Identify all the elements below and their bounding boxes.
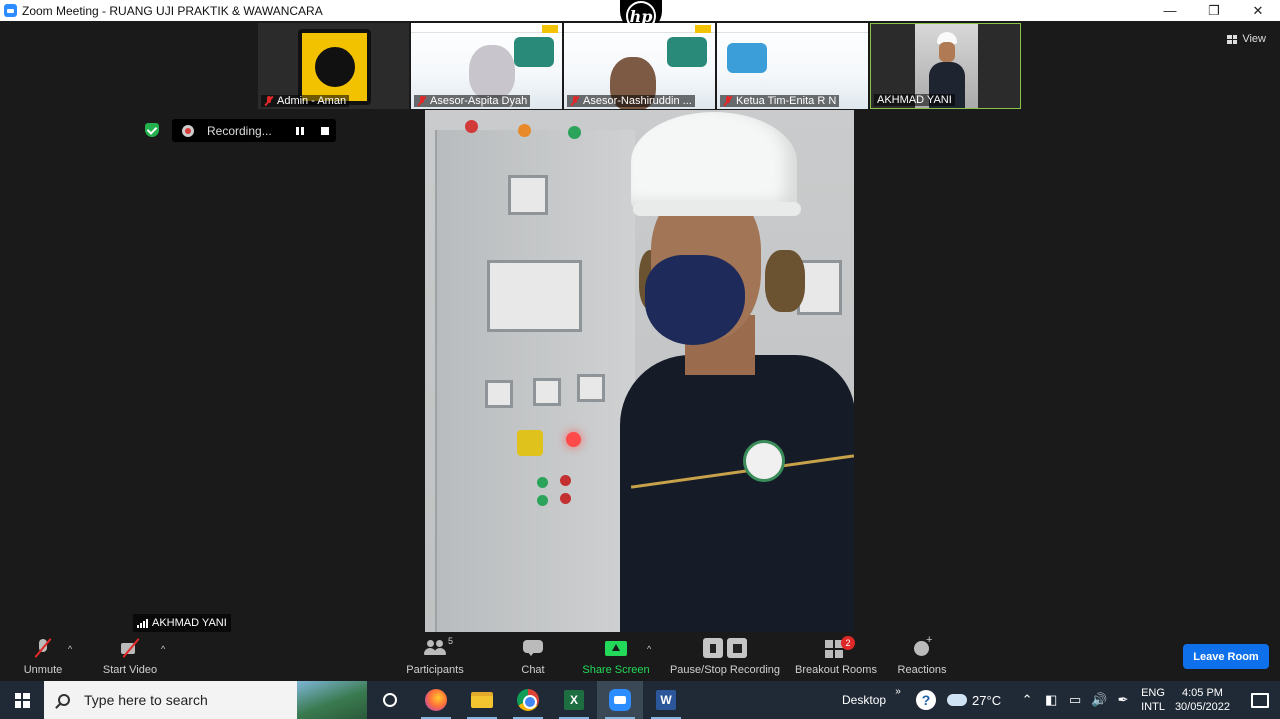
- grid-icon: [1227, 34, 1238, 44]
- breakout-rooms-icon: 2: [825, 636, 855, 658]
- zoom-meeting-window: Zoom Meeting - RUANG UJI PRAKTIK & WAWAN…: [0, 0, 1280, 719]
- windows-taskbar: Type here to search X W Desktop » ? 27°C…: [0, 681, 1280, 719]
- participant-name: AKHMAD YANI: [877, 94, 952, 106]
- volume-icon[interactable]: 🔊: [1087, 681, 1111, 719]
- zoom-icon: [609, 689, 631, 711]
- pause-icon: [703, 638, 723, 658]
- minimize-button[interactable]: —: [1148, 0, 1192, 21]
- participant-name: Asesor-Nashiruddin ...: [583, 95, 692, 107]
- microphone-muted-icon: [32, 638, 54, 658]
- pen-icon[interactable]: ✒: [1111, 681, 1135, 719]
- zoom-app-icon: [4, 4, 17, 17]
- system-tray: Desktop » ? 27°C ⌃ ◧ ▭ 🔊 ✒ ENG INTL 4:05…: [842, 681, 1280, 719]
- taskbar-app-firefox[interactable]: [413, 681, 459, 719]
- mic-muted-icon: [723, 96, 733, 106]
- taskbar-app-word[interactable]: W: [643, 681, 689, 719]
- weather-temperature[interactable]: 27°C: [972, 693, 1001, 708]
- search-highlight-image: [297, 681, 367, 719]
- pause-stop-recording-button[interactable]: Pause/Stop Recording: [668, 632, 782, 681]
- security-shield-icon[interactable]: [145, 123, 159, 137]
- chevron-right-icon[interactable]: »: [886, 681, 910, 719]
- start-button[interactable]: [0, 681, 44, 719]
- speaker-figure: [615, 110, 854, 632]
- participants-button[interactable]: 5 Participants: [403, 632, 467, 681]
- leave-room-button[interactable]: Leave Room: [1183, 644, 1269, 669]
- participant-tile[interactable]: Admin - Aman: [258, 23, 409, 109]
- participant-tile[interactable]: Ketua Tim-Enita R N: [717, 23, 868, 109]
- excel-icon: X: [564, 690, 584, 710]
- share-options-caret[interactable]: ^: [647, 644, 651, 654]
- cortana-button[interactable]: [367, 681, 413, 719]
- participant-strip: Admin - Aman Asesor-Aspita Dyah Asesor-N…: [258, 23, 1021, 109]
- search-icon: [58, 694, 70, 706]
- participant-name: Ketua Tim-Enita R N: [736, 95, 837, 107]
- window-title: Zoom Meeting - RUANG UJI PRAKTIK & WAWAN…: [22, 3, 323, 18]
- clock[interactable]: 4:05 PM 30/05/2022: [1175, 686, 1230, 714]
- clock-date: 30/05/2022: [1174, 701, 1230, 713]
- view-label: View: [1242, 33, 1266, 45]
- taskbar-app-file-explorer[interactable]: [459, 681, 505, 719]
- firefox-icon: [425, 689, 447, 711]
- active-speaker-video: [425, 110, 854, 632]
- participant-tile-active[interactable]: AKHMAD YANI: [870, 23, 1021, 109]
- taskbar-app-chrome[interactable]: [505, 681, 551, 719]
- reaction-icon: [911, 634, 933, 658]
- view-button[interactable]: View: [1227, 33, 1266, 45]
- desktop-toolbar-label[interactable]: Desktop: [842, 693, 886, 707]
- participant-name: Asesor-Aspita Dyah: [430, 95, 528, 107]
- participants-icon: 5: [424, 636, 453, 658]
- help-icon[interactable]: ?: [910, 681, 942, 719]
- chevron-up-icon[interactable]: ⌃: [1015, 681, 1039, 719]
- participant-tile[interactable]: Asesor-Nashiruddin ...: [564, 23, 715, 109]
- close-button[interactable]: ✕: [1236, 0, 1280, 21]
- recording-indicator: Recording...: [172, 119, 336, 142]
- search-placeholder: Type here to search: [84, 692, 208, 708]
- stop-recording-icon[interactable]: [321, 127, 329, 135]
- mic-muted-icon: [264, 96, 274, 106]
- mic-muted-icon: [570, 96, 580, 106]
- stop-icon: [727, 638, 747, 658]
- pause-recording-icon[interactable]: [296, 127, 304, 135]
- input-language[interactable]: ENG INTL: [1141, 686, 1165, 714]
- recording-label: Recording...: [207, 123, 272, 138]
- chrome-icon: [517, 689, 539, 711]
- weather-icon[interactable]: [942, 681, 972, 719]
- share-screen-button[interactable]: Share Screen: [582, 632, 650, 681]
- battery-icon[interactable]: ▭: [1063, 681, 1087, 719]
- speaker-name-label: AKHMAD YANI: [133, 614, 231, 632]
- connection-signal-icon: [137, 618, 148, 628]
- meeting-toolbar: Unmute ^ Start Video ^ 5 Participants Ch…: [0, 632, 1280, 681]
- record-icon: [182, 124, 194, 137]
- breakout-rooms-button[interactable]: 2 Breakout Rooms: [793, 632, 879, 681]
- clock-time: 4:05 PM: [1181, 687, 1223, 699]
- taskbar-app-zoom[interactable]: [597, 681, 643, 719]
- organization-logo: [298, 29, 371, 105]
- meet-now-icon[interactable]: ◧: [1039, 681, 1063, 719]
- taskbar-app-excel[interactable]: X: [551, 681, 597, 719]
- restore-button[interactable]: ❐: [1192, 0, 1236, 21]
- unmute-button[interactable]: Unmute: [20, 632, 66, 681]
- cortana-icon: [383, 693, 397, 707]
- chat-icon: [522, 638, 544, 658]
- file-explorer-icon: [471, 692, 493, 708]
- reactions-button[interactable]: Reactions: [895, 632, 949, 681]
- notification-center-icon[interactable]: [1240, 681, 1280, 719]
- participant-video: [469, 45, 515, 99]
- participant-count: 5: [448, 636, 454, 646]
- participant-name: Admin - Aman: [277, 95, 347, 107]
- video-options-caret[interactable]: ^: [161, 644, 165, 654]
- word-icon: W: [656, 690, 676, 710]
- share-screen-icon: [605, 638, 627, 658]
- chat-button[interactable]: Chat: [517, 632, 549, 681]
- participant-tile[interactable]: Asesor-Aspita Dyah: [411, 23, 562, 109]
- audio-options-caret[interactable]: ^: [68, 644, 72, 654]
- start-video-button[interactable]: Start Video: [99, 632, 161, 681]
- mic-muted-icon: [417, 96, 427, 106]
- taskbar-search-box[interactable]: Type here to search: [44, 681, 367, 719]
- windows-logo-icon: [14, 692, 30, 708]
- video-off-icon: [119, 638, 141, 658]
- notification-badge: 2: [841, 636, 855, 650]
